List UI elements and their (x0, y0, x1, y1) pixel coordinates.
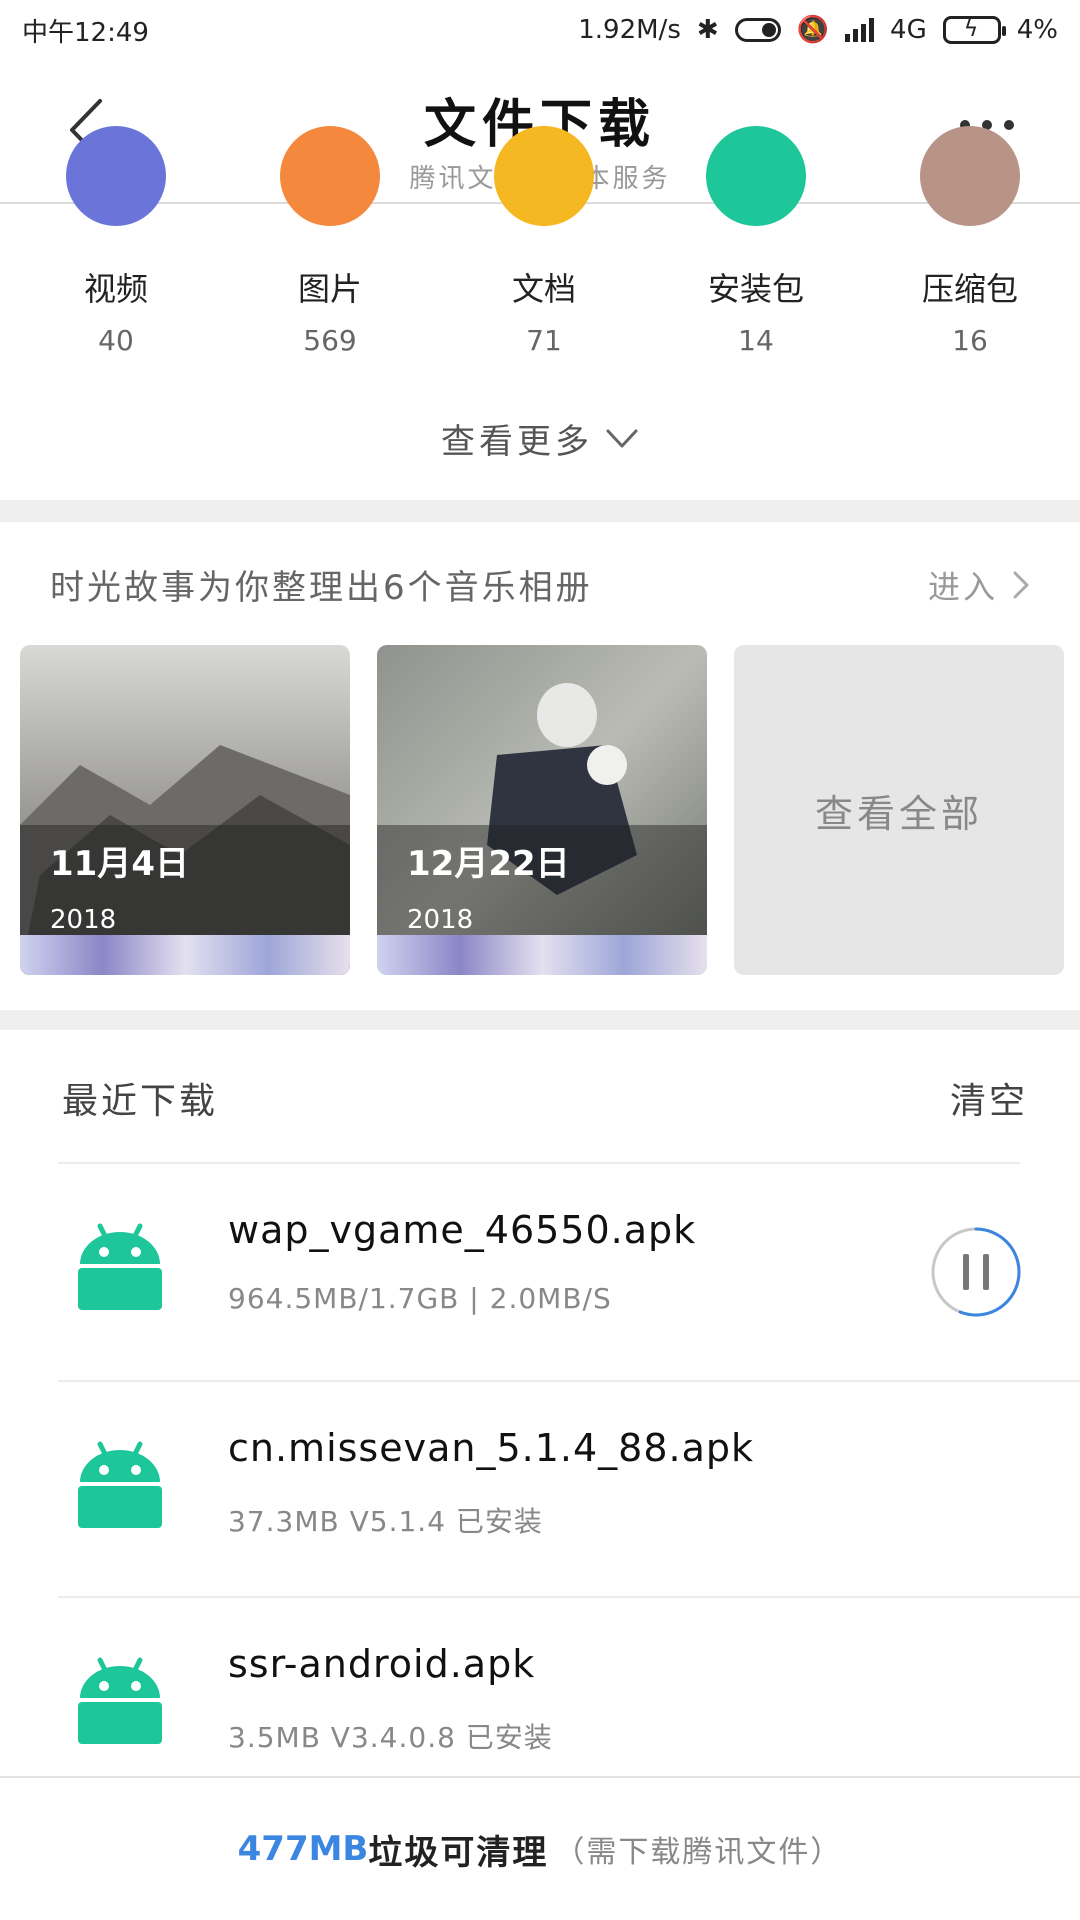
status-bar: 中午12:49 1.92M/s ✱ 🔕 4G ϟ 4% (0, 0, 1080, 60)
toggle-icon (734, 18, 781, 42)
category-label: 文档 (511, 270, 576, 308)
section-divider (0, 1010, 1080, 1030)
view-all-albums-button[interactable]: 查看全部 (734, 645, 1064, 975)
dot-icon (1004, 120, 1014, 130)
album-enter-link[interactable]: 进入 (928, 562, 1030, 608)
album-date: 11月4日 (50, 844, 189, 884)
album-decor-stripe (20, 935, 350, 975)
recent-downloads-title: 最近下载 (62, 1081, 219, 1122)
network-type: 4G (890, 15, 927, 45)
category-label: 安装包 (707, 270, 804, 308)
category-label: 视频 (83, 270, 148, 308)
cleanup-banner[interactable]: 477MB 垃圾可清理 （需下载腾讯文件） (0, 1776, 1080, 1920)
category-count: 71 (526, 324, 562, 357)
download-file-meta: 37.3MB V5.1.4 已安装 (228, 1505, 543, 1538)
archive-category-icon (920, 126, 1020, 226)
recent-downloads-header: 最近下载 清空 (62, 1072, 1028, 1124)
android-icon (78, 1223, 162, 1310)
android-icon (78, 1657, 162, 1744)
pause-button[interactable] (930, 1226, 1022, 1318)
image-category-icon (280, 126, 380, 226)
category-count: 16 (952, 324, 988, 357)
battery-icon: ϟ (942, 16, 1006, 44)
download-file-name: cn.missevan_5.1.4_88.apk (228, 1426, 754, 1470)
junk-note: （需下载腾讯文件） (554, 1835, 843, 1870)
see-more-label: 查看更多 (441, 422, 593, 462)
package-category-icon (706, 126, 806, 226)
category-count: 40 (98, 324, 134, 357)
mute-bell-icon: 🔕 (796, 15, 830, 45)
signal-icon (845, 18, 875, 42)
download-item[interactable]: cn.missevan_5.1.4_88.apk 37.3MB V5.1.4 已… (0, 1382, 1080, 1598)
pause-icon (963, 1254, 969, 1290)
download-file-meta: 3.5MB V3.4.0.8 已安装 (228, 1721, 553, 1754)
video-category-icon (66, 126, 166, 226)
download-file-name: ssr-android.apk (228, 1642, 536, 1686)
bluetooth-icon: ✱ (696, 15, 719, 45)
category-count: 569 (303, 324, 357, 357)
chevron-right-icon (1013, 571, 1029, 598)
status-time: 中午12:49 (22, 17, 149, 48)
album-card[interactable]: 12月22日 2018 (377, 645, 707, 975)
see-more-button[interactable]: 查看更多 (0, 414, 1080, 463)
category-count: 14 (738, 324, 774, 357)
album-section-header: 时光故事为你整理出6个音乐相册 进入 (50, 560, 1030, 609)
category-label: 图片 (297, 270, 362, 308)
album-card[interactable]: 11月4日 2018 (20, 645, 350, 975)
clear-button[interactable]: 清空 (950, 1072, 1028, 1124)
album-date: 12月22日 (407, 844, 570, 884)
battery-level: 4% (1016, 15, 1058, 45)
junk-text: 垃圾可清理 (368, 1832, 549, 1873)
chevron-down-icon (606, 429, 638, 447)
junk-size: 477MB (237, 1829, 369, 1869)
album-section-title: 时光故事为你整理出6个音乐相册 (50, 568, 593, 608)
section-divider (0, 500, 1080, 522)
net-speed: 1.92M/s (578, 15, 681, 45)
album-decor-stripe (377, 935, 707, 975)
download-file-meta: 964.5MB/1.7GB | 2.0MB/S (228, 1282, 612, 1315)
download-item[interactable]: wap_vgame_46550.apk 964.5MB/1.7GB | 2.0M… (0, 1164, 1080, 1380)
status-icons: 1.92M/s ✱ 🔕 4G ϟ 4% (578, 15, 1058, 45)
category-label: 压缩包 (921, 270, 1018, 308)
category-grid: 视频 40 图片 569 文档 71 安装包 14 压缩包 16 查看更多 (0, 126, 1080, 500)
album-enter-label: 进入 (927, 567, 998, 606)
download-file-name: wap_vgame_46550.apk (228, 1208, 697, 1252)
album-year: 2018 (407, 905, 474, 935)
album-year: 2018 (50, 905, 117, 935)
document-category-icon (494, 126, 594, 226)
android-icon (78, 1441, 162, 1528)
